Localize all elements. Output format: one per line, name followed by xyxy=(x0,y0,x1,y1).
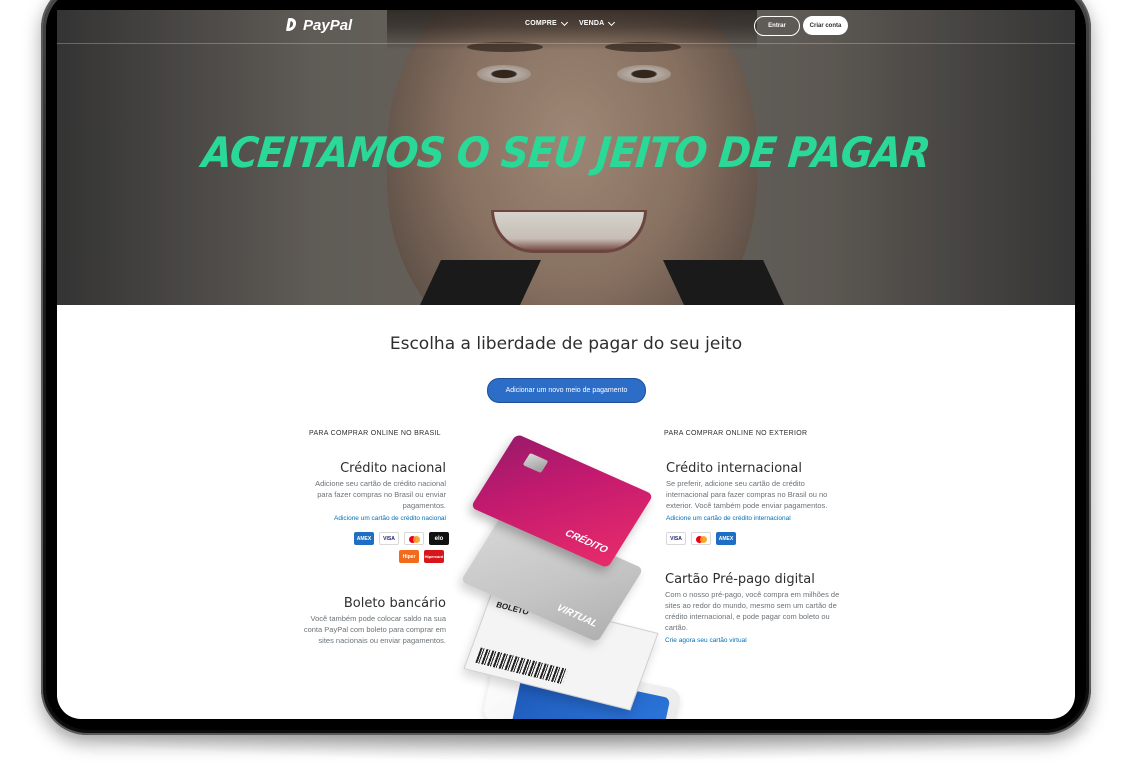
nav-compre[interactable]: COMPRE xyxy=(525,18,568,27)
mastercard-icon xyxy=(404,532,424,545)
credito-internacional-block: Crédito internacional Se preferir, adici… xyxy=(666,461,846,522)
nav-divider xyxy=(57,43,1075,44)
barcode-icon xyxy=(475,647,569,685)
nav-venda-label: VENDA xyxy=(578,20,605,27)
boleto-title: Boleto bancário xyxy=(343,596,446,611)
credito-nacional-text: Adicione seu cartão de crédito nacional … xyxy=(315,479,446,510)
logo-text: PayPal xyxy=(303,17,353,34)
card-chip-icon xyxy=(522,452,549,474)
boleto-text: Você também pode colocar saldo na sua co… xyxy=(303,614,446,645)
paypal-logo[interactable]: PayPal xyxy=(286,17,352,34)
visa-icon: VISA xyxy=(379,532,399,545)
hero-title: ACEITAMOS O SEU JEITO DE PAGAR xyxy=(200,128,932,177)
page-subtitle: Escolha a liberdade de pagar do seu jeit… xyxy=(389,334,743,354)
chevron-down-icon xyxy=(608,18,616,27)
section-label-exterior: PARA COMPRAR ONLINE NO EXTERIOR xyxy=(664,430,808,437)
payment-illustration: BOLETO VIRTUAL CRÉDITO xyxy=(435,433,683,719)
prepago-link[interactable]: Crie agora seu cartão virtual xyxy=(665,637,845,644)
credito-internacional-text: Se preferir, adicione seu cartão de créd… xyxy=(666,479,828,510)
prepago-title: Cartão Pré-pago digital xyxy=(665,572,815,587)
exterior-brands-row: VISA AMEX xyxy=(666,532,736,545)
credito-internacional-link[interactable]: Adicione um cartão de crédito internacio… xyxy=(666,515,846,522)
amex-icon: AMEX xyxy=(716,532,736,545)
top-nav: COMPRE VENDA xyxy=(525,18,616,27)
section-label-brasil: PARA COMPRAR ONLINE NO BRASIL xyxy=(309,430,441,437)
signup-button[interactable]: Criar conta xyxy=(803,16,848,35)
credito-internacional-title: Crédito internacional xyxy=(666,461,802,476)
prepago-block: Cartão Pré-pago digital Com o nosso pré-… xyxy=(665,572,845,644)
credito-nacional-title: Crédito nacional xyxy=(340,461,446,476)
nav-compre-label: COMPRE xyxy=(525,20,557,27)
credit-card-label: CRÉDITO xyxy=(562,528,610,556)
boleto-block: Boleto bancário Você também pode colocar… xyxy=(303,596,446,646)
hiper-icon: Hiper xyxy=(399,550,419,563)
login-button[interactable]: Entrar xyxy=(754,16,800,36)
credito-nacional-link[interactable]: Adicione um cartão de crédito nacional xyxy=(303,515,446,522)
add-payment-method-button[interactable]: Adicionar um novo meio de pagamento xyxy=(487,378,646,403)
prepago-text: Com o nosso pré-pago, você compra em mil… xyxy=(665,590,840,632)
hero-banner: PayPal COMPRE VENDA Entrar Criar conta A… xyxy=(57,10,1075,305)
mastercard-icon xyxy=(691,532,711,545)
nav-venda[interactable]: VENDA xyxy=(578,18,616,27)
virtual-card-label: VIRTUAL xyxy=(554,602,600,630)
amex-icon: AMEX xyxy=(354,532,374,545)
chevron-down-icon xyxy=(560,18,568,27)
credito-nacional-block: Crédito nacional Adicione seu cartão de … xyxy=(303,461,446,522)
screen: PayPal COMPRE VENDA Entrar Criar conta A… xyxy=(57,10,1075,719)
paypal-p-icon xyxy=(286,18,299,34)
